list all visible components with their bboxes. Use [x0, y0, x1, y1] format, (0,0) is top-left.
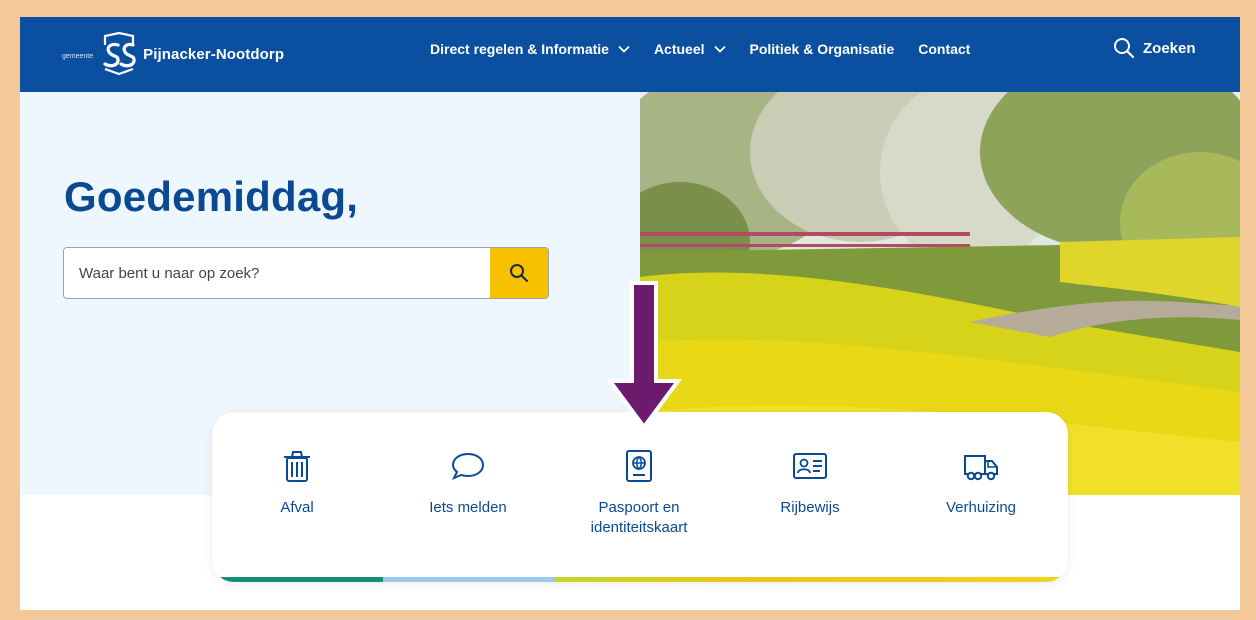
nav-item-label: Politiek & Organisatie — [749, 40, 895, 57]
quick-links-card: Afval Iets melden Paspoort en identiteit… — [212, 412, 1068, 582]
quick-link-label: Verhuizing — [945, 499, 1017, 516]
quick-link-afval[interactable]: Afval — [212, 448, 382, 518]
hero-search-box — [63, 247, 549, 299]
header-search-label: Zoeken — [1143, 39, 1196, 57]
logo-name: Pijnacker-Nootdorp — [143, 45, 285, 63]
search-input[interactable] — [64, 248, 490, 298]
chevron-down-icon — [618, 45, 630, 53]
quick-link-iets-melden[interactable]: Iets melden — [383, 448, 553, 518]
quick-link-label: Afval — [280, 499, 314, 516]
card-color-bar — [212, 577, 1068, 582]
search-icon — [510, 264, 528, 282]
site-logo[interactable]: gemeente Pijnacker-Nootdorp — [62, 31, 284, 77]
annotation-arrow-icon — [606, 281, 682, 431]
quick-link-rijbewijs[interactable]: Rijbewijs — [725, 448, 895, 518]
logo-mark-icon — [103, 31, 136, 76]
quick-link-label: Iets melden — [429, 499, 507, 516]
nav-item-actueel[interactable]: Actueel — [654, 41, 726, 57]
quick-link-label: Rijbewijs — [780, 499, 840, 516]
quick-link-label: Paspoort en identiteitskaart — [590, 499, 688, 536]
nav-item-label: Actueel — [653, 40, 705, 57]
trash-icon — [284, 451, 310, 482]
nav-item-politiek[interactable]: Politiek & Organisatie — [750, 41, 895, 57]
header-search-button[interactable]: Zoeken — [1113, 37, 1196, 59]
id-card-icon — [793, 453, 827, 479]
search-icon — [1114, 38, 1135, 59]
quick-link-verhuizing[interactable]: Verhuizing — [896, 448, 1066, 518]
nav-item-direct-regelen[interactable]: Direct regelen & Informatie — [430, 41, 630, 57]
browser-viewport: gemeente Pijnacker-Nootdorp Direct regel… — [20, 17, 1240, 610]
site-header: gemeente Pijnacker-Nootdorp Direct regel… — [20, 17, 1240, 92]
logo-municipality-word: gemeente — [62, 52, 94, 60]
quick-link-paspoort[interactable]: Paspoort en identiteitskaart — [554, 448, 724, 538]
passport-icon — [626, 450, 652, 482]
nav-item-label: Direct regelen & Informatie — [430, 40, 609, 57]
speech-bubble-icon — [451, 452, 485, 480]
search-submit-button[interactable] — [490, 248, 548, 298]
nav-item-label: Contact — [918, 40, 971, 57]
chevron-down-icon — [713, 45, 726, 53]
moving-truck-icon — [964, 455, 998, 481]
page-greeting: Goedemiddag, — [64, 173, 359, 220]
main-navigation: Direct regelen & Informatie Actueel Poli… — [430, 17, 994, 80]
nav-item-contact[interactable]: Contact — [918, 41, 970, 57]
